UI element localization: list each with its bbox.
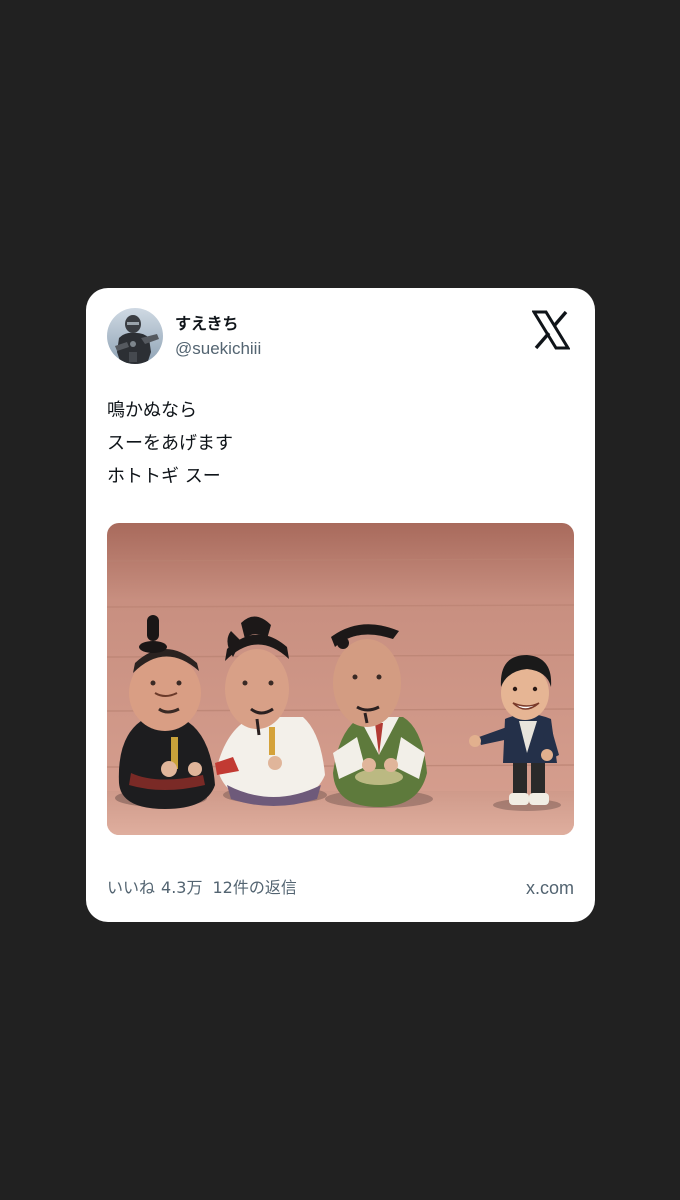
avatar-image — [107, 308, 163, 364]
engagement-stats: いいね 4.3万 12件の返信 — [107, 876, 574, 900]
replies-count[interactable]: 12件の返信 — [212, 878, 296, 897]
source-domain-link[interactable]: x.com — [526, 876, 574, 900]
photo-figurines — [107, 523, 574, 835]
tweet-text-line: ホトトギ スー — [107, 466, 221, 487]
avatar[interactable] — [107, 308, 163, 364]
user-handle[interactable]: @suekichiii — [175, 338, 261, 360]
tweet-text: 鳴かぬなら スーをあげます ホトトギ スー — [107, 394, 233, 493]
tweet-text-line: スーをあげます — [107, 433, 233, 454]
tweet-photo[interactable] — [107, 523, 574, 835]
tweet-text-line: 鳴かぬなら — [107, 400, 197, 421]
x-logo-icon[interactable] — [531, 310, 571, 350]
likes-label[interactable]: いいね — [107, 878, 155, 897]
likes-count[interactable]: 4.3万 — [161, 878, 202, 897]
display-name[interactable]: すえきち — [175, 313, 239, 335]
tweet-footer: いいね 4.3万 12件の返信 x.com — [107, 876, 574, 900]
tweet-card[interactable]: すえきち @suekichiii 鳴かぬなら スーをあげます ホトトギ スー い… — [86, 288, 595, 922]
